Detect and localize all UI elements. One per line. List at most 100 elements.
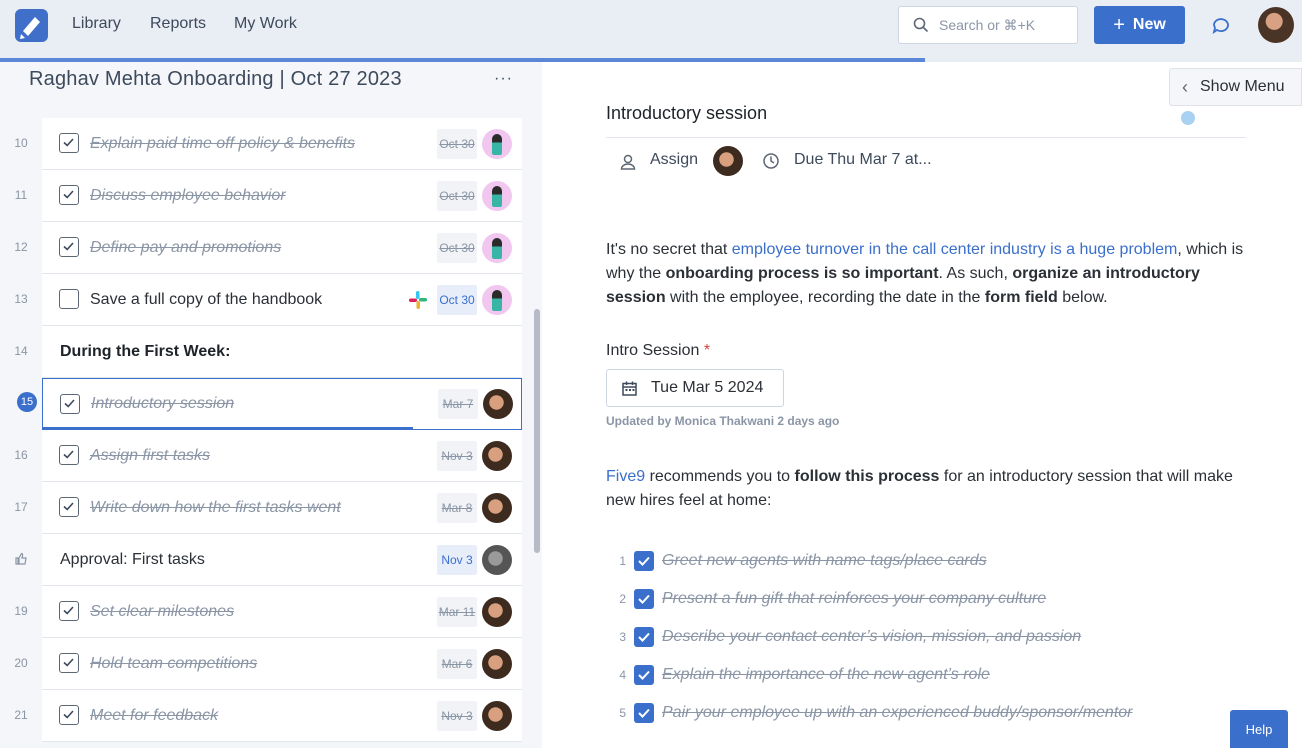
approval-row[interactable]: Approval: First tasks Nov 3 bbox=[42, 534, 522, 586]
subtask-checkbox[interactable] bbox=[634, 589, 654, 609]
due-date-badge[interactable]: Nov 3 bbox=[437, 440, 477, 471]
task-row[interactable]: Explain paid time off policy & benefits O… bbox=[42, 118, 522, 170]
subtask-number: 4 bbox=[619, 668, 626, 682]
assignee-avatar[interactable] bbox=[482, 596, 512, 627]
slack-icon bbox=[409, 291, 427, 309]
assignee-avatar[interactable] bbox=[482, 648, 512, 679]
process-paragraph: Five9 recommends you to follow this proc… bbox=[606, 465, 1256, 513]
subtask-item[interactable]: 1 Greet new agents with name tags/place c… bbox=[606, 546, 987, 576]
turnover-link[interactable]: employee turnover in the call center ind… bbox=[732, 241, 1178, 258]
search-icon bbox=[913, 17, 929, 33]
subtask-checkbox[interactable] bbox=[634, 665, 654, 685]
five9-link[interactable]: Five9 bbox=[606, 468, 645, 485]
subtask-item[interactable]: 5 Pair your employee up with an experienc… bbox=[606, 698, 1133, 728]
due-date-badge[interactable]: Oct 30 bbox=[437, 180, 477, 211]
due-date-button[interactable]: Due Thu Mar 7 at... bbox=[794, 151, 932, 169]
assignee-avatar[interactable] bbox=[482, 492, 512, 523]
assign-button[interactable]: Assign bbox=[650, 151, 698, 169]
task-checkbox[interactable] bbox=[60, 394, 80, 414]
new-button[interactable]: + New bbox=[1094, 6, 1185, 44]
assignee-avatar[interactable] bbox=[482, 700, 512, 731]
divider bbox=[606, 137, 1246, 138]
due-date-badge[interactable]: Oct 30 bbox=[437, 232, 477, 263]
due-date-badge[interactable]: Nov 3 bbox=[437, 700, 477, 731]
subtask-checkbox[interactable] bbox=[634, 551, 654, 571]
text-span: below. bbox=[1057, 289, 1108, 306]
task-row[interactable]: Write down how the first tasks went Mar 8 bbox=[42, 482, 522, 534]
help-button[interactable]: Help bbox=[1230, 710, 1288, 748]
thumbs-up-icon bbox=[15, 552, 27, 565]
task-row[interactable]: Introductory session Mar 7 bbox=[42, 378, 522, 430]
due-date-badge[interactable]: Mar 6 bbox=[437, 648, 477, 679]
task-checkbox[interactable] bbox=[59, 497, 79, 517]
task-row[interactable]: Assign first tasks Nov 3 bbox=[42, 430, 522, 482]
task-checkbox[interactable] bbox=[59, 133, 79, 153]
nav-my-work-link[interactable]: My Work bbox=[234, 15, 297, 33]
user-avatar[interactable] bbox=[1258, 7, 1294, 43]
task-checkbox[interactable] bbox=[59, 445, 79, 465]
due-date-badge[interactable]: Mar 7 bbox=[438, 389, 478, 419]
task-checkbox[interactable] bbox=[59, 601, 79, 621]
task-row[interactable]: Hold team competitions Mar 6 bbox=[42, 638, 522, 690]
task-checkbox[interactable] bbox=[59, 653, 79, 673]
task-row[interactable]: Discuss employee behavior Oct 30 bbox=[42, 170, 522, 222]
due-date-badge[interactable]: Oct 30 bbox=[437, 128, 477, 159]
search-placeholder: Search or ⌘+K bbox=[939, 16, 1036, 33]
task-label: Discuss employee behavior bbox=[90, 186, 286, 204]
app-logo-icon[interactable] bbox=[15, 9, 48, 42]
search-input[interactable]: Search or ⌘+K bbox=[898, 6, 1078, 44]
task-checkbox[interactable] bbox=[59, 705, 79, 725]
nav-library-link[interactable]: Library bbox=[72, 15, 121, 33]
subtask-item[interactable]: 2 Present a fun gift that reinforces your… bbox=[606, 584, 1046, 614]
section-heading-row[interactable]: During the First Week: bbox=[42, 326, 522, 378]
intro-session-date-field[interactable]: Tue Mar 5 2024 bbox=[606, 369, 784, 407]
clock-icon bbox=[763, 153, 779, 169]
task-row[interactable]: Save a full copy of the handbook Oct 30 bbox=[42, 274, 522, 326]
task-checkbox[interactable] bbox=[59, 185, 79, 205]
row-number: 19 bbox=[14, 604, 28, 618]
task-label: Approval: First tasks bbox=[60, 550, 205, 568]
task-label: During the First Week: bbox=[60, 342, 231, 360]
subtask-label: Describe your contact center’s vision, m… bbox=[662, 628, 1082, 645]
assignee-avatar[interactable] bbox=[482, 544, 512, 575]
row-number: 11 bbox=[14, 188, 28, 202]
task-checkbox[interactable] bbox=[59, 237, 79, 257]
description-paragraph: It's no secret that employee turnover in… bbox=[606, 238, 1256, 310]
due-date-badge[interactable]: Mar 11 bbox=[437, 596, 477, 627]
due-date-badge[interactable]: Mar 8 bbox=[437, 492, 477, 523]
assignee-avatar[interactable] bbox=[713, 146, 743, 176]
task-label: Introductory session bbox=[91, 395, 235, 412]
subtask-checkbox[interactable] bbox=[634, 627, 654, 647]
required-marker: * bbox=[703, 342, 711, 359]
assignee-avatar[interactable] bbox=[482, 284, 512, 315]
nav-reports-link[interactable]: Reports bbox=[150, 15, 206, 33]
task-row[interactable]: Define pay and promotions Oct 30 bbox=[42, 222, 522, 274]
current-step-badge: 15 bbox=[17, 392, 37, 412]
chat-icon[interactable] bbox=[1210, 14, 1232, 36]
status-dot-icon bbox=[1181, 111, 1195, 125]
subtask-item[interactable]: 4 Explain the importance of the new agent… bbox=[606, 660, 990, 690]
plus-icon: + bbox=[1113, 13, 1125, 36]
task-checkbox[interactable] bbox=[59, 289, 79, 309]
subtask-item[interactable]: 3 Describe your contact center’s vision, … bbox=[606, 622, 1081, 652]
show-menu-button[interactable]: ‹ Show Menu bbox=[1169, 68, 1302, 106]
task-row[interactable]: Meet for feedback Nov 3 bbox=[42, 690, 522, 742]
row-number: 17 bbox=[14, 500, 28, 514]
assignee-avatar[interactable] bbox=[482, 180, 512, 211]
task-label: Save a full copy of the handbook bbox=[90, 290, 323, 308]
text-span: It's no secret that bbox=[606, 241, 732, 258]
assignee-avatar[interactable] bbox=[483, 389, 513, 419]
text-span: with the employee, recording the date in… bbox=[665, 289, 985, 306]
more-options-icon[interactable]: ··· bbox=[494, 70, 513, 88]
assignee-avatar[interactable] bbox=[482, 232, 512, 263]
task-row[interactable]: Set clear milestones Mar 11 bbox=[42, 586, 522, 638]
subtask-checkbox[interactable] bbox=[634, 703, 654, 723]
due-date-badge[interactable]: Nov 3 bbox=[437, 544, 477, 575]
intro-session-label: Intro Session * bbox=[606, 342, 710, 360]
assignee-avatar[interactable] bbox=[482, 128, 512, 159]
due-date-badge[interactable]: Oct 30 bbox=[437, 284, 477, 315]
assignee-avatar[interactable] bbox=[482, 440, 512, 471]
task-label: Define pay and promotions bbox=[90, 238, 282, 256]
scrollbar[interactable] bbox=[534, 309, 540, 553]
bold-text: form field bbox=[984, 289, 1058, 306]
